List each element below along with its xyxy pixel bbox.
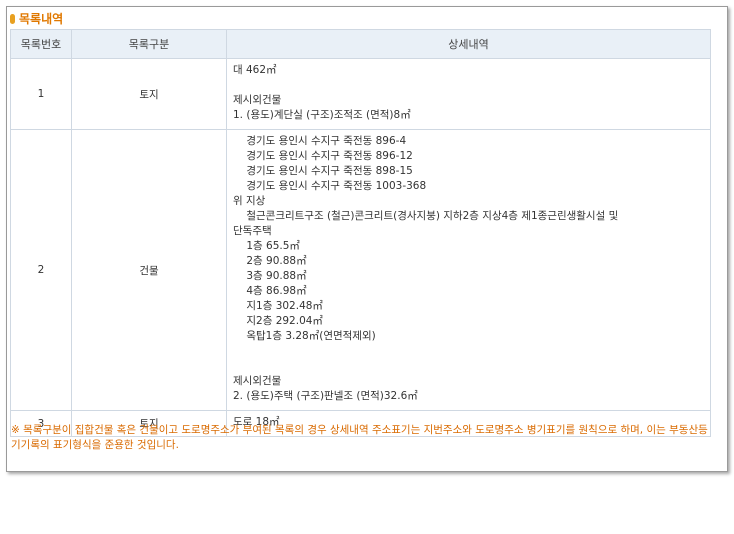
- detail-line: 3층 90.88㎡: [233, 270, 307, 282]
- notice-text: ※ 목록구분이 집합건물 혹은 건물이고 도로명주소가 부여된 목록의 경우 상…: [11, 424, 708, 451]
- detail-line: [233, 344, 706, 359]
- detail-line: [233, 359, 706, 374]
- detail-line: 1층 65.5㎡: [233, 240, 300, 252]
- item-number: 2: [10, 129, 72, 411]
- detail-line: [233, 78, 706, 93]
- detail-line: 단독주택: [233, 225, 272, 237]
- section-header: 목록내역: [10, 10, 63, 27]
- detail-line: 옥탑1층 3.28㎡(연면적제외): [233, 330, 376, 342]
- item-type: 건물: [71, 129, 227, 411]
- section-title: 목록내역: [19, 12, 64, 26]
- table-row: 1 토지 대 462㎡ 제시외건물 1. (용도)계단실 (구조)조적조 (면적…: [10, 58, 711, 130]
- item-number: 1: [10, 58, 72, 130]
- column-header-type: 목록구분: [71, 29, 227, 59]
- table-row: 2 건물 경기도 용인시 수지구 죽전동 896-4 경기도 용인시 수지구 죽…: [10, 129, 711, 411]
- item-detail: 대 462㎡ 제시외건물 1. (용도)계단실 (구조)조적조 (면적)8㎡: [226, 58, 711, 130]
- item-type: 토지: [71, 58, 227, 130]
- bullet-icon: [10, 13, 15, 24]
- column-header-number: 목록번호: [10, 29, 72, 59]
- detail-line: 철근콘크리트구조 (철근)콘크리트(경사지붕) 지하2층 지상4층 제1종근린생…: [233, 210, 619, 222]
- detail-line: 1. (용도)계단실 (구조)조적조 (면적)8㎡: [233, 109, 411, 121]
- item-detail: 경기도 용인시 수지구 죽전동 896-4 경기도 용인시 수지구 죽전동 89…: [226, 129, 711, 411]
- detail-line: 지2층 292.04㎡: [233, 315, 323, 327]
- detail-line: 경기도 용인시 수지구 죽전동 896-12: [233, 150, 413, 162]
- detail-line: 4층 86.98㎡: [233, 285, 307, 297]
- column-header-detail: 상세내역: [226, 29, 711, 59]
- detail-line: 제시외건물: [233, 94, 282, 106]
- detail-line: 경기도 용인시 수지구 죽전동 898-15: [233, 165, 413, 177]
- detail-line: 지1층 302.48㎡: [233, 300, 323, 312]
- detail-line: 제시외건물: [233, 375, 282, 387]
- detail-line: 경기도 용인시 수지구 죽전동 896-4: [233, 135, 407, 147]
- table-header-row: 목록번호 목록구분 상세내역: [10, 29, 711, 59]
- item-list-table: 목록번호 목록구분 상세내역 1 토지 대 462㎡ 제시외건물 1. (용도)…: [10, 29, 711, 437]
- detail-line: 2. (용도)주택 (구조)판넬조 (면적)32.6㎡: [233, 390, 418, 402]
- detail-line: 경기도 용인시 수지구 죽전동 1003-368: [233, 180, 427, 192]
- detail-line: 대 462㎡: [233, 64, 277, 76]
- detail-line: 위 지상: [233, 195, 266, 207]
- detail-line: 2층 90.88㎡: [233, 255, 307, 267]
